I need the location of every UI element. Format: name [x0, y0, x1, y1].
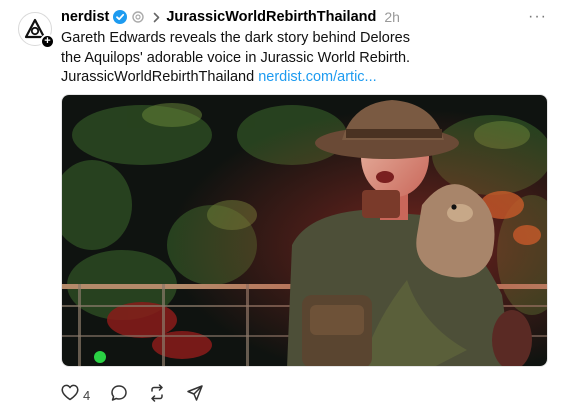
comment-button[interactable]: [110, 384, 128, 407]
avatar[interactable]: +: [18, 12, 55, 49]
inline-tag[interactable]: JurassicWorldRebirthThailand: [61, 69, 254, 85]
post-text-line: Gareth Edwards reveals the dark story be…: [61, 30, 410, 46]
post-text: Gareth Edwards reveals the dark story be…: [61, 29, 541, 88]
post-header: nerdist JurassicWorldRebirthThailand 2h: [61, 8, 400, 26]
repost-button[interactable]: [148, 383, 166, 407]
share-button[interactable]: [186, 384, 204, 407]
like-count: 4: [83, 387, 91, 403]
verified-badge-icon: [113, 10, 128, 24]
like-button[interactable]: 4: [61, 384, 90, 406]
more-options-button[interactable]: ···: [528, 8, 547, 26]
repost-icon: [148, 383, 166, 407]
post-image[interactable]: [61, 94, 548, 367]
heart-icon: [61, 384, 79, 406]
follow-plus-icon[interactable]: +: [40, 34, 55, 49]
post-text-line: JurassicWorldRebirthThailand nerdist.com…: [61, 68, 541, 88]
share-icon: [186, 384, 204, 407]
post-text-line: the Aquilops' adorable voice in Jurassic…: [61, 49, 411, 66]
chevron-right-icon: [153, 12, 160, 23]
action-bar: 4: [61, 383, 204, 407]
username[interactable]: nerdist: [61, 9, 109, 25]
threads-glyph-icon: [132, 11, 145, 23]
topic-tag[interactable]: JurassicWorldRebirthThailand: [166, 9, 376, 25]
post-time: 2h: [384, 9, 400, 25]
article-link[interactable]: nerdist.com/artic...: [258, 69, 376, 85]
comment-icon: [110, 384, 128, 407]
